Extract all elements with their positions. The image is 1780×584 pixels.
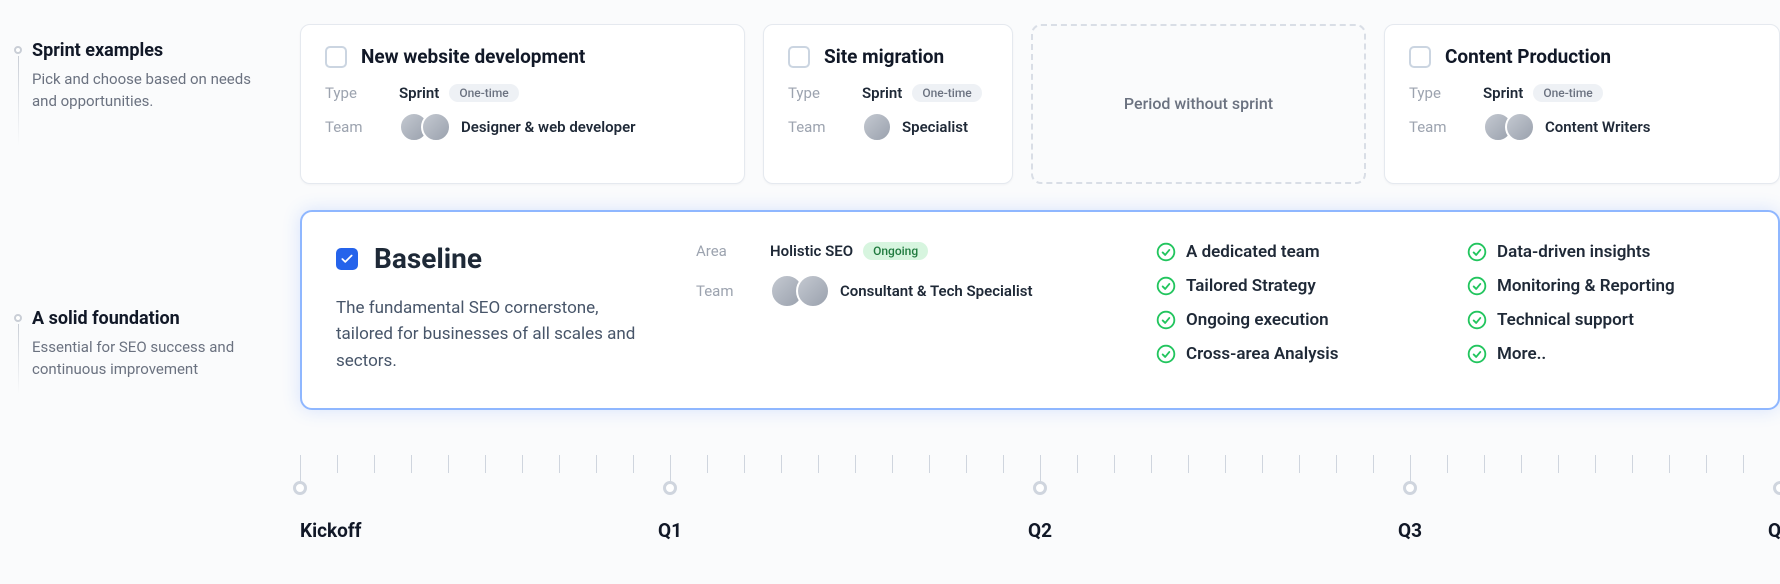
side-foundation-sub: Essential for SEO success and continuous… xyxy=(32,337,262,381)
feature-text: Cross-area Analysis xyxy=(1186,344,1338,364)
badge-ongoing: Ongoing xyxy=(863,242,928,260)
check-circle-icon xyxy=(1467,242,1487,262)
type-value: Sprint xyxy=(1483,84,1523,102)
sprint-card[interactable]: New website development Type Sprint One-… xyxy=(300,24,745,184)
team-value: Content Writers xyxy=(1545,118,1650,136)
team-value: Designer & web developer xyxy=(461,118,636,136)
badge-onetime: One-time xyxy=(912,84,981,102)
baseline-title: Baseline xyxy=(374,242,482,275)
feature-text: Ongoing execution xyxy=(1186,310,1329,330)
ruler-label: Q3 xyxy=(1398,519,1422,542)
type-label: Type xyxy=(1409,84,1465,102)
feature-item: A dedicated team xyxy=(1156,242,1427,262)
feature-item: Tailored Strategy xyxy=(1156,276,1427,296)
feature-text: Data-driven insights xyxy=(1497,242,1650,262)
team-value: Specialist xyxy=(902,118,968,136)
ruler-node-icon xyxy=(1403,481,1417,495)
avatars xyxy=(1483,112,1535,142)
avatars xyxy=(399,112,451,142)
baseline-desc: The fundamental SEO cornerstone, tailore… xyxy=(336,295,636,374)
feature-list: A dedicated team Data-driven insights Tail… xyxy=(1156,242,1738,374)
type-label: Type xyxy=(788,84,844,102)
ruler-label: Q1 xyxy=(658,519,682,542)
ruler-label: Kickoff xyxy=(300,519,361,542)
ruler-node-icon xyxy=(663,481,677,495)
check-circle-icon xyxy=(1156,310,1176,330)
check-circle-icon xyxy=(1156,242,1176,262)
type-value: Sprint xyxy=(399,84,439,102)
side-foundation-title: A solid foundation xyxy=(32,308,262,329)
feature-text: A dedicated team xyxy=(1186,242,1320,262)
ruler-node-icon xyxy=(1033,481,1047,495)
avatars xyxy=(862,112,892,142)
feature-item: Data-driven insights xyxy=(1467,242,1738,262)
ruler-node-icon xyxy=(1773,481,1780,495)
team-value: Consultant & Tech Specialist xyxy=(840,282,1033,300)
bullet-icon xyxy=(14,46,22,54)
team-label: Team xyxy=(696,282,752,300)
feature-text: Monitoring & Reporting xyxy=(1497,276,1675,296)
timeline-ruler: Kickoff Q1 Q2 Q3 Q4 xyxy=(300,455,1780,575)
ruler-label: Q2 xyxy=(1028,519,1052,542)
team-label: Team xyxy=(788,118,844,136)
side-sprints-sub: Pick and choose based on needs and oppor… xyxy=(32,69,262,113)
checkbox-icon[interactable] xyxy=(325,46,347,68)
feature-item: Monitoring & Reporting xyxy=(1467,276,1738,296)
badge-onetime: One-time xyxy=(1533,84,1602,102)
team-label: Team xyxy=(1409,118,1465,136)
side-sprints-title: Sprint examples xyxy=(32,40,262,61)
sprints-row: New website development Type Sprint One-… xyxy=(300,24,1780,184)
sprint-title: Content Production xyxy=(1445,45,1611,68)
side-label-foundation: A solid foundation Essential for SEO suc… xyxy=(32,308,262,381)
baseline-panel[interactable]: Baseline The fundamental SEO cornerstone… xyxy=(300,210,1780,410)
area-value: Holistic SEO xyxy=(770,242,853,260)
check-circle-icon xyxy=(1156,344,1176,364)
feature-item: More.. xyxy=(1467,344,1738,364)
sprint-card-empty: Period without sprint xyxy=(1031,24,1366,184)
ruler-ticks xyxy=(300,455,1780,497)
team-label: Team xyxy=(325,118,381,136)
checkbox-icon[interactable] xyxy=(1409,46,1431,68)
ruler-label: Q4 xyxy=(1768,519,1780,542)
type-label: Type xyxy=(325,84,381,102)
checkbox-icon[interactable] xyxy=(788,46,810,68)
bullet-line xyxy=(18,56,19,146)
badge-onetime: One-time xyxy=(449,84,518,102)
check-circle-icon xyxy=(1467,344,1487,364)
feature-text: Technical support xyxy=(1497,310,1634,330)
avatars xyxy=(770,274,830,308)
check-circle-icon xyxy=(1467,276,1487,296)
sprint-card[interactable]: Content Production Type Sprint One-time … xyxy=(1384,24,1780,184)
ruler-node-icon xyxy=(293,481,307,495)
type-value: Sprint xyxy=(862,84,902,102)
check-circle-icon xyxy=(1156,276,1176,296)
feature-item: Cross-area Analysis xyxy=(1156,344,1427,364)
side-label-sprints: Sprint examples Pick and choose based on… xyxy=(32,40,262,113)
bullet-line xyxy=(18,324,19,394)
sprint-title: Site migration xyxy=(824,45,944,68)
feature-text: More.. xyxy=(1497,344,1546,364)
empty-label: Period without sprint xyxy=(1124,94,1273,113)
feature-text: Tailored Strategy xyxy=(1186,276,1316,296)
bullet-icon xyxy=(14,314,22,322)
sprint-card[interactable]: Site migration Type Sprint One-time Team… xyxy=(763,24,1013,184)
area-label: Area xyxy=(696,242,752,260)
sprint-title: New website development xyxy=(361,45,585,68)
feature-item: Technical support xyxy=(1467,310,1738,330)
checkbox-checked-icon[interactable] xyxy=(336,248,358,270)
feature-item: Ongoing execution xyxy=(1156,310,1427,330)
check-circle-icon xyxy=(1467,310,1487,330)
